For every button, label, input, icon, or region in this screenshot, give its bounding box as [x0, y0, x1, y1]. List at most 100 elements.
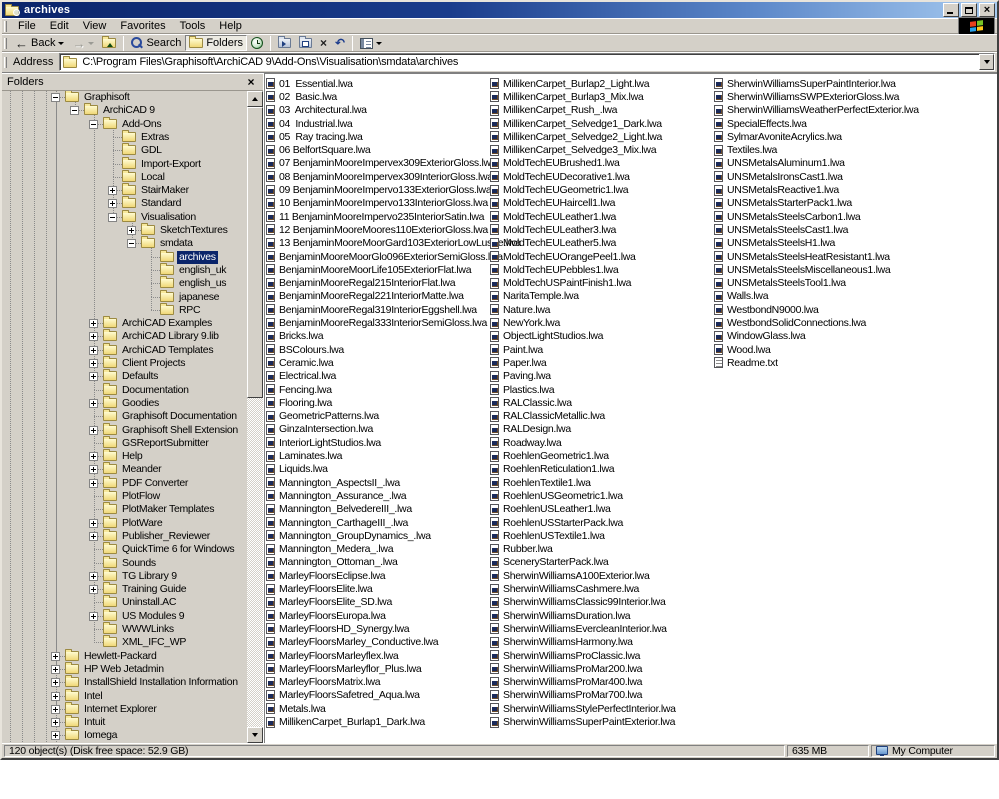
- file-item-marleyfloorseuropa-lwa[interactable]: MarleyFloorsEuropa.lwa: [266, 609, 386, 622]
- file-item-metals-lwa[interactable]: Metals.lwa: [266, 702, 326, 715]
- file-item-textiles-lwa[interactable]: Textiles.lwa: [714, 144, 777, 157]
- tree-item-japanese[interactable]: japanese: [2, 289, 247, 304]
- file-item-unsmetalssteelscast1-lwa[interactable]: UNSMetalsSteelsCast1.lwa: [714, 223, 848, 236]
- expand-toggle-icon[interactable]: [89, 571, 98, 581]
- file-item-marleyfloorssafetred-aqua-lwa[interactable]: MarleyFloorsSafetred_Aqua.lwa: [266, 689, 420, 702]
- menubar-grip[interactable]: [4, 20, 7, 32]
- file-item-millikencarpet-selvedge2-light-lwa[interactable]: MillikenCarpet_Selvedge2_Light.lwa: [490, 130, 662, 143]
- move-to-button[interactable]: [274, 35, 295, 51]
- file-item-marleyfloorsmarleyflor-plus-lwa[interactable]: MarleyFloorsMarleyflor_Plus.lwa: [266, 662, 422, 675]
- file-item-benjaminmooreregal319interioreggshell-lwa[interactable]: BenjaminMooreRegal319InteriorEggshell.lw…: [266, 303, 477, 316]
- tree-item-xml-ifc-wp[interactable]: XML_IFC_WP: [2, 635, 247, 649]
- file-item-unsmetalsaluminum1-lwa[interactable]: UNSMetalsAluminum1.lwa: [714, 157, 845, 170]
- file-item-01-essential-lwa[interactable]: 01 Essential.lwa: [266, 77, 353, 90]
- tree-item-training-guide[interactable]: Training Guide: [2, 582, 247, 596]
- address-dropdown-button[interactable]: [979, 54, 994, 70]
- file-item-marleyfloorsmarleyflex-lwa[interactable]: MarleyFloorsMarleyflex.lwa: [266, 649, 399, 662]
- file-item-benjaminmooreregal333interiorsemigloss-lwa[interactable]: BenjaminMooreRegal333InteriorSemiGloss.l…: [266, 316, 487, 329]
- file-item-sherwinwilliamsharmony-lwa[interactable]: SherwinWilliamsHarmony.lwa: [490, 636, 633, 649]
- tree-item-intel[interactable]: Intel: [2, 688, 247, 703]
- file-item-westbondn9000-lwa[interactable]: WestbondN9000.lwa: [714, 303, 819, 316]
- scroll-down-button[interactable]: [247, 727, 263, 743]
- file-item-specialeffects-lwa[interactable]: SpecialEffects.lwa: [714, 117, 807, 130]
- file-item-millikencarpet-selvedge1-dark-lwa[interactable]: MillikenCarpet_Selvedge1_Dark.lwa: [490, 117, 662, 130]
- file-item-ralclassic-lwa[interactable]: RALClassic.lwa: [490, 396, 572, 409]
- file-item-11-benjaminmooreimpervo235interiorsatin-lwa[interactable]: 11 BenjaminMooreImpervo235InteriorSatin.…: [266, 210, 484, 223]
- file-item-sherwinwilliamsswpexteriorgloss-lwa[interactable]: SherwinWilliamsSWPExteriorGloss.lwa: [714, 90, 899, 103]
- collapse-toggle-icon[interactable]: [89, 119, 98, 129]
- file-item-paving-lwa[interactable]: Paving.lwa: [490, 370, 551, 383]
- file-item-moldtecheuleather5-lwa[interactable]: MoldTechEULeather5.lwa: [490, 237, 616, 250]
- file-item-sherwinwilliamsa100exterior-lwa[interactable]: SherwinWilliamsA100Exterior.lwa: [490, 569, 650, 582]
- tree-item-standard[interactable]: Standard: [2, 196, 247, 210]
- file-item-moldtechuspaintfinish1-lwa[interactable]: MoldTechUSPaintFinish1.lwa: [490, 277, 631, 290]
- views-button[interactable]: [356, 35, 386, 51]
- file-item-02-basic-lwa[interactable]: 02 Basic.lwa: [266, 90, 337, 103]
- file-item-unsmetalssteelsheatresistant1-lwa[interactable]: UNSMetalsSteelsHeatResistant1.lwa: [714, 250, 890, 263]
- file-item-paper-lwa[interactable]: Paper.lwa: [490, 356, 547, 369]
- file-item-unsmetalsreactive1-lwa[interactable]: UNSMetalsReactive1.lwa: [714, 183, 839, 196]
- file-item-naritatemple-lwa[interactable]: NaritaTemple.lwa: [490, 290, 579, 303]
- expand-toggle-icon[interactable]: [51, 678, 60, 688]
- tree-item-publisher-reviewer[interactable]: Publisher_Reviewer: [2, 528, 247, 543]
- file-item-benjaminmooreregal221interiormatte-lwa[interactable]: BenjaminMooreRegal221InteriorMatte.lwa: [266, 290, 464, 303]
- tree-item-import-export[interactable]: Import-Export: [2, 156, 247, 171]
- expand-toggle-icon[interactable]: [108, 186, 117, 196]
- menu-edit[interactable]: Edit: [43, 19, 76, 33]
- tree-item-graphisoft-documentation[interactable]: Graphisoft Documentation: [2, 409, 247, 423]
- tree-item-plotflow[interactable]: PlotFlow: [2, 489, 247, 503]
- undo-button[interactable]: ↶: [331, 35, 349, 51]
- toolbar-grip[interactable]: [4, 37, 7, 49]
- expand-toggle-icon[interactable]: [89, 531, 98, 541]
- tree-item-quicktime-6-for-windows[interactable]: QuickTime 6 for Windows: [2, 542, 247, 556]
- file-item-marleyfloorseclipse-lwa[interactable]: MarleyFloorsEclipse.lwa: [266, 569, 386, 582]
- tree-item-archicad-templates[interactable]: ArchiCAD Templates: [2, 342, 247, 357]
- file-item-roehlenusleather1-lwa[interactable]: RoehlenUSLeather1.lwa: [490, 503, 611, 516]
- file-item-nature-lwa[interactable]: Nature.lwa: [490, 303, 551, 316]
- file-item-mannington-groupdynamics-lwa[interactable]: Mannington_GroupDynamics_.lwa: [266, 529, 431, 542]
- file-item-sherwinwilliamsstyleperfectinterior-lwa[interactable]: SherwinWilliamsStylePerfectInterior.lwa: [490, 702, 676, 715]
- file-item-marleyfloorselite-lwa[interactable]: MarleyFloorsElite.lwa: [266, 582, 373, 595]
- tree-item-intuit[interactable]: Intuit: [2, 715, 247, 729]
- tree-item-archicad-library-9-lib[interactable]: ArchiCAD Library 9.lib: [2, 329, 247, 343]
- file-item-03-architectural-lwa[interactable]: 03 Architectural.lwa: [266, 104, 367, 117]
- tree-item-english-uk[interactable]: english_uk: [2, 262, 247, 277]
- history-button[interactable]: [247, 35, 267, 51]
- file-item-mannington-belvedereiii-lwa[interactable]: Mannington_BelvedereIII_.lwa: [266, 503, 412, 516]
- tree-item-extras[interactable]: Extras: [2, 129, 247, 144]
- file-item-unsmetalssteelstool1-lwa[interactable]: UNSMetalsSteelsTool1.lwa: [714, 277, 846, 290]
- file-item-unsmetalssteelscarbon1-lwa[interactable]: UNSMetalsSteelsCarbon1.lwa: [714, 210, 861, 223]
- file-item-windowglass-lwa[interactable]: WindowGlass.lwa: [714, 330, 806, 343]
- file-item-roehlenusgeometric1-lwa[interactable]: RoehlenUSGeometric1.lwa: [490, 489, 623, 502]
- tree-item-us-modules-9[interactable]: US Modules 9: [2, 608, 247, 623]
- file-item-bricks-lwa[interactable]: Bricks.lwa: [266, 330, 324, 343]
- menu-view[interactable]: View: [76, 19, 114, 33]
- tree-item-gdl[interactable]: GDL: [2, 143, 247, 157]
- file-item-07-benjaminmooreimpervex309exteriorgloss-lwa[interactable]: 07 BenjaminMooreImpervex309ExteriorGloss…: [266, 157, 497, 170]
- tree-item-uninstall-ac[interactable]: Uninstall.AC: [2, 595, 247, 609]
- file-item-millikencarpet-burlap3-mix-lwa[interactable]: MillikenCarpet_Burlap3_Mix.lwa: [490, 90, 644, 103]
- expand-toggle-icon[interactable]: [51, 704, 60, 714]
- menu-help[interactable]: Help: [212, 19, 249, 33]
- expand-toggle-icon[interactable]: [89, 465, 98, 475]
- forward-button[interactable]: →: [68, 35, 98, 51]
- tree-item-tg-library-9[interactable]: TG Library 9: [2, 568, 247, 583]
- search-button[interactable]: Search: [127, 35, 185, 51]
- tree-item-wwwlinks[interactable]: WWWLinks: [2, 622, 247, 636]
- file-item-paint-lwa[interactable]: Paint.lwa: [490, 343, 543, 356]
- file-item-roehlentextile1-lwa[interactable]: RoehlenTextile1.lwa: [490, 476, 591, 489]
- collapse-toggle-icon[interactable]: [70, 106, 79, 116]
- expand-toggle-icon[interactable]: [89, 319, 98, 329]
- file-item-ceramic-lwa[interactable]: Ceramic.lwa: [266, 356, 334, 369]
- expand-toggle-icon[interactable]: [51, 651, 60, 661]
- tree-item-hp-web-jetadmin[interactable]: HP Web Jetadmin: [2, 661, 247, 676]
- file-item-08-benjaminmooreimpervex309interiorgloss-lwa[interactable]: 08 BenjaminMooreImpervex309InteriorGloss…: [266, 170, 493, 183]
- file-item-05-ray-tracing-lwa[interactable]: 05 Ray tracing.lwa: [266, 130, 363, 143]
- tree-item-meander[interactable]: Meander: [2, 462, 247, 476]
- file-item-flooring-lwa[interactable]: Flooring.lwa: [266, 396, 332, 409]
- file-item-sherwinwilliamssuperpaintinterior-lwa[interactable]: SherwinWilliamsSuperPaintInterior.lwa: [714, 77, 896, 90]
- expand-toggle-icon[interactable]: [51, 731, 60, 741]
- tree-item-graphisoft[interactable]: Graphisoft: [2, 91, 247, 104]
- tree-item-pdf-converter[interactable]: PDF Converter: [2, 475, 247, 490]
- file-item-benjaminmooreregal215interiorflat-lwa[interactable]: BenjaminMooreRegal215InteriorFlat.lwa: [266, 277, 456, 290]
